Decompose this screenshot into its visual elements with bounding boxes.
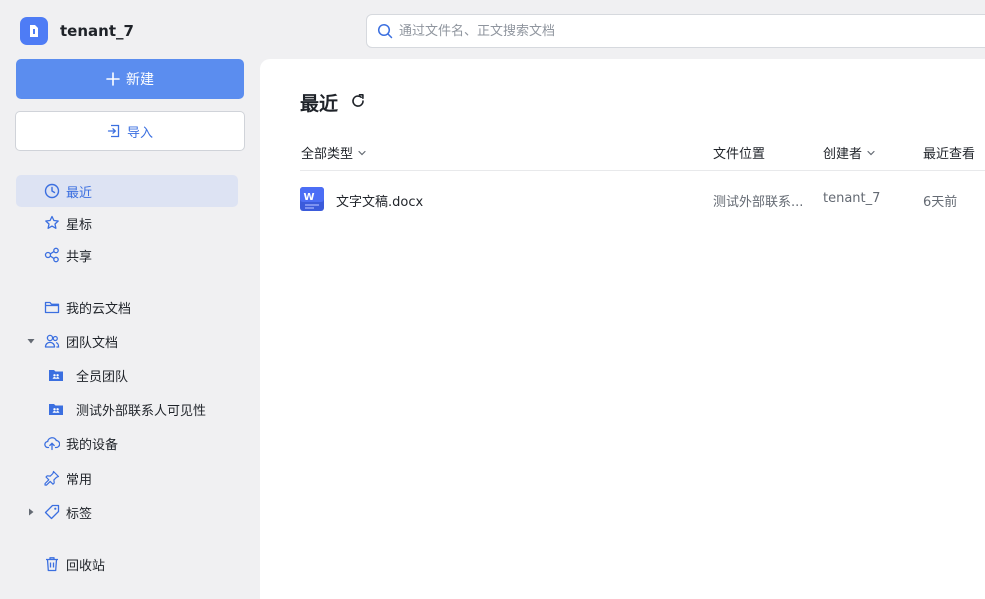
sidebar-item-tags[interactable]: 标签 [16,496,238,528]
main-panel: 最近 全部类型 文件位置 创建者 最近查看 W 文字文稿.docx 测试外部联系… [260,59,985,599]
cloud-upload-icon [44,435,60,451]
search-icon [377,23,393,39]
new-button[interactable]: 新建 [16,59,244,99]
sidebar-item-label: 团队文档 [66,335,119,351]
sidebar-item-label: 回收站 [66,558,106,574]
file-last-viewed: 6天前 [923,195,958,210]
new-button-label: 新建 [126,72,154,88]
sidebar-item-my-devices[interactable]: 我的设备 [16,427,238,459]
word-doc-icon: W [300,187,324,215]
sidebar-item-label: 最近 [66,185,93,201]
share-icon [44,247,60,263]
sidebar: tenant_7 新建 导入 最近 星标 共享 我的云文档 团队文档 全员团队 … [0,0,260,587]
clock-icon [44,183,60,199]
chevron-down-icon [866,148,876,158]
sidebar-item-team-external[interactable]: 测试外部联系人可见性 [16,393,238,425]
caret-right-icon[interactable] [26,506,36,521]
sidebar-item-label: 标签 [66,506,93,522]
plus-icon [106,72,120,86]
search-bar[interactable] [366,14,985,48]
team-folder-icon [48,367,64,383]
sidebar-item-team-all[interactable]: 全员团队 [16,359,238,391]
creator-filter-dropdown[interactable]: 创建者 [823,143,876,162]
sidebar-item-frequent[interactable]: 常用 [16,462,238,494]
sidebar-item-starred[interactable]: 星标 [16,207,238,239]
sidebar-item-label: 常用 [66,472,93,488]
import-button[interactable]: 导入 [15,111,245,151]
column-header-label: 文件位置 [713,147,766,162]
sidebar-item-my-cloud-docs[interactable]: 我的云文档 [16,291,238,323]
page-title: 最近 [300,93,339,115]
pin-icon [44,470,60,486]
import-button-label: 导入 [126,125,153,141]
search-input[interactable] [397,22,961,40]
column-header-label: 最近查看 [923,147,976,162]
team-icon [44,333,60,349]
folder-icon [44,299,60,315]
sidebar-item-label: 我的云文档 [66,301,132,317]
sidebar-item-team-docs[interactable]: 团队文档 [16,325,238,357]
header-divider [300,170,985,171]
column-header-last-viewed[interactable]: 最近查看 [923,143,975,162]
import-icon [107,124,121,138]
sidebar-item-label: 星标 [66,217,93,233]
svg-text:W: W [304,192,315,203]
type-filter-dropdown[interactable]: 全部类型 [301,143,367,162]
brand[interactable]: tenant_7 [20,17,134,45]
column-header-location: 文件位置 [713,143,765,162]
chevron-down-icon [357,148,367,158]
sidebar-item-trash[interactable]: 回收站 [16,548,238,580]
file-name[interactable]: 文字文稿.docx [336,191,423,210]
table-row[interactable]: W 文字文稿.docx 测试外部联系... tenant_7 6天前 [300,185,985,213]
brand-logo-icon [20,17,48,45]
sidebar-item-label: 共享 [66,249,93,265]
team-folder-icon [48,401,64,417]
tag-icon [44,504,60,520]
refresh-icon[interactable] [350,93,366,113]
column-header-label: 创建者 [823,147,863,162]
star-icon [44,215,60,231]
brand-name: tenant_7 [60,22,134,40]
sidebar-item-label: 测试外部联系人可见性 [76,403,207,419]
file-location[interactable]: 测试外部联系... [713,191,813,210]
caret-down-icon[interactable] [26,335,36,350]
trash-icon [44,556,60,572]
file-creator: tenant_7 [823,191,881,206]
sidebar-item-label: 我的设备 [66,437,119,453]
type-filter-label: 全部类型 [301,147,354,162]
sidebar-item-shared[interactable]: 共享 [16,239,238,271]
sidebar-item-recent[interactable]: 最近 [16,175,238,207]
sidebar-item-label: 全员团队 [76,369,129,385]
